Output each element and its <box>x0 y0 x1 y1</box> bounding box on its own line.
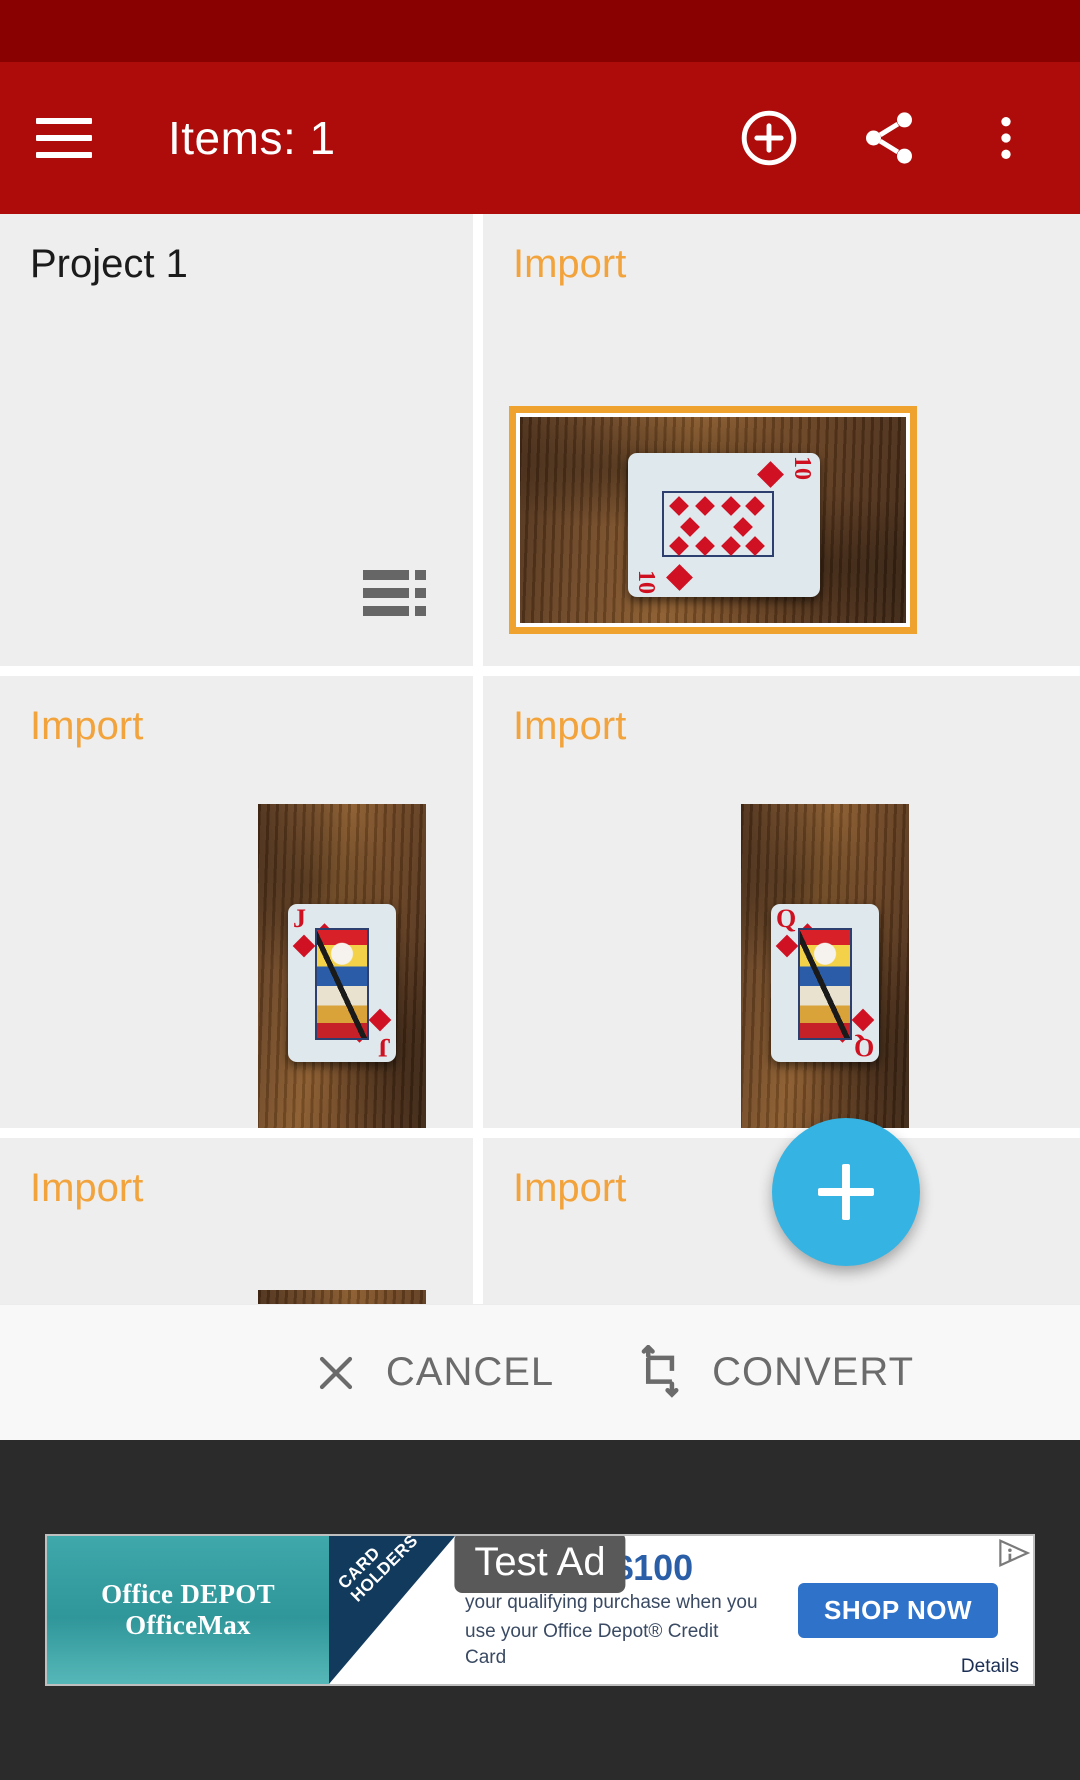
card-rank-top: J <box>293 907 306 931</box>
thumbnail-10-of-diamonds[interactable]: 10 10 <box>509 406 917 634</box>
cell-title: Import <box>513 1166 626 1211</box>
card-rank-top: Q <box>776 907 796 931</box>
playing-card-jack-diamonds: J J <box>288 904 396 1062</box>
ad-details-link[interactable]: Details <box>961 1656 1019 1678</box>
convert-button[interactable]: CONVERT <box>632 1345 914 1401</box>
crop-transform-icon <box>632 1345 686 1401</box>
card-rank-bottom: Q <box>854 1035 874 1059</box>
ad-banner-container: Office DEPOT OfficeMax CARD HOLDERS $20 … <box>0 1440 1080 1780</box>
card-suit-pip <box>293 935 316 958</box>
cell-title: Import <box>30 704 143 749</box>
card-rank-top: 10 <box>791 456 813 480</box>
ad-brand-line1: Office DEPOT <box>101 1579 275 1610</box>
cell-title: Import <box>513 242 626 287</box>
convert-label: CONVERT <box>712 1350 914 1395</box>
add-circle-icon[interactable] <box>738 107 800 169</box>
card-face-art <box>315 928 369 1040</box>
ad-brand-line2: OfficeMax <box>125 1610 251 1641</box>
card-suit-pip <box>757 461 784 488</box>
wood-background: J J <box>258 804 426 1128</box>
grid-cell-project[interactable]: Project 1 <box>0 214 473 666</box>
ad-banner[interactable]: Office DEPOT OfficeMax CARD HOLDERS $20 … <box>45 1534 1035 1686</box>
ad-cta-panel: SHOP NOW Details <box>763 1536 1033 1684</box>
ad-subline2: use your Office Depot® Credit Card <box>465 1619 763 1670</box>
bottom-action-bar: CANCEL CONVERT <box>0 1304 1080 1440</box>
grid-row: Import J J Import <box>0 676 1080 1128</box>
overflow-menu-icon[interactable] <box>978 107 1034 169</box>
wood-background: Q Q <box>741 804 909 1128</box>
add-fab-button[interactable] <box>772 1118 920 1266</box>
card-suit-pip <box>666 564 693 591</box>
playing-card-queen-diamonds: Q Q <box>771 904 879 1062</box>
wood-background: 10 10 <box>520 417 906 623</box>
grid-cell-import[interactable]: Import Q Q <box>483 676 1080 1128</box>
card-suit-pip <box>776 935 799 958</box>
test-ad-badge: Test Ad <box>454 1534 625 1593</box>
ad-cardholders-ribbon: CARD HOLDERS <box>329 1536 455 1684</box>
grid-row: Project 1 Import 10 10 <box>0 214 1080 666</box>
page-title: Items: 1 <box>168 111 336 165</box>
share-icon[interactable] <box>858 107 920 169</box>
app-bar-actions <box>738 107 1044 169</box>
close-x-icon <box>312 1349 360 1397</box>
grid-row: Import Import <box>0 1138 1080 1304</box>
card-suit-pip <box>369 1009 392 1032</box>
cancel-label: CANCEL <box>386 1350 554 1395</box>
adchoices-icon[interactable] <box>997 1538 1031 1568</box>
ad-brand-panel: Office DEPOT OfficeMax <box>47 1536 329 1684</box>
cell-title: Project 1 <box>30 242 188 287</box>
ad-subline1: your qualifying purchase when you <box>465 1590 763 1616</box>
app-bar: Items: 1 <box>0 62 1080 214</box>
cancel-button[interactable]: CANCEL <box>312 1349 554 1397</box>
grid-cell-import[interactable]: Import J J <box>0 676 473 1128</box>
thumbnail-queen-of-diamonds[interactable]: Q Q <box>741 804 909 1128</box>
cell-title: Import <box>513 704 626 749</box>
card-rank-bottom: J <box>378 1035 391 1059</box>
wood-background <box>258 1290 426 1304</box>
items-grid: Project 1 Import 10 10 <box>0 214 1080 1304</box>
plus-icon <box>818 1164 874 1220</box>
thumbnail-jack-of-diamonds[interactable]: J J <box>258 804 426 1128</box>
playing-card-10-diamonds: 10 10 <box>628 453 820 597</box>
shop-now-button[interactable]: SHOP NOW <box>798 1583 998 1638</box>
cell-title: Import <box>30 1166 143 1211</box>
hamburger-menu-icon[interactable] <box>36 118 92 158</box>
grid-cell-import[interactable]: Import <box>0 1138 473 1304</box>
card-face-art <box>798 928 852 1040</box>
grid-cell-import-selected[interactable]: Import 10 10 <box>483 214 1080 666</box>
list-reorder-icon[interactable] <box>363 570 427 616</box>
card-suit-pip <box>852 1009 875 1032</box>
thumbnail-king-of-diamonds[interactable] <box>258 1290 426 1304</box>
status-bar <box>0 0 1080 62</box>
card-rank-bottom: 10 <box>635 570 657 594</box>
